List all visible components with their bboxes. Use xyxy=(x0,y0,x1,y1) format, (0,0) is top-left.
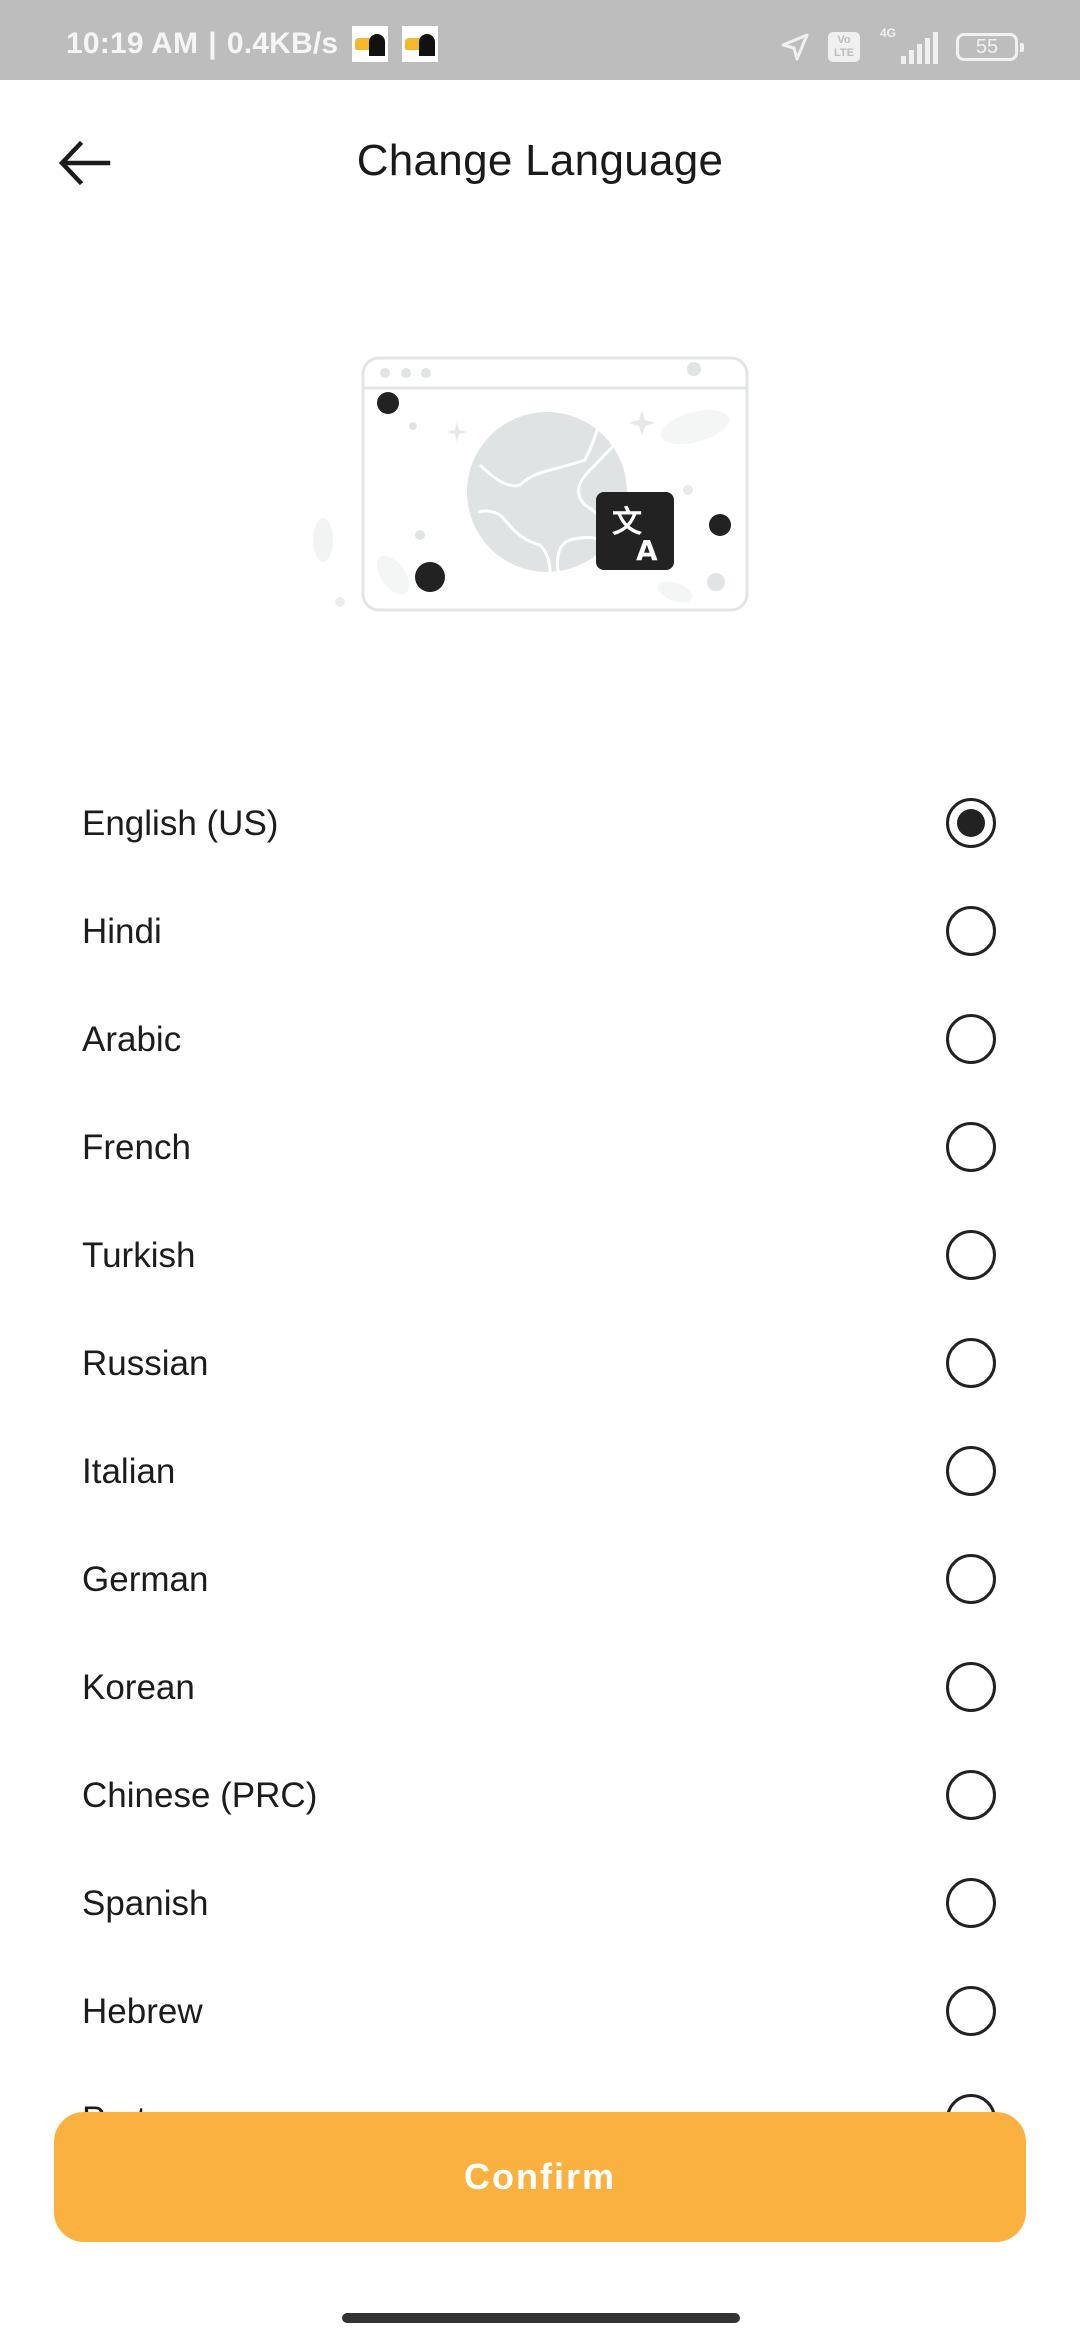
language-option-turkish[interactable]: Turkish xyxy=(0,1202,1080,1310)
language-option-arabic[interactable]: Arabic xyxy=(0,986,1080,1094)
language-option-german[interactable]: German xyxy=(0,1526,1080,1634)
language-label: Turkish xyxy=(82,1236,196,1275)
radio-button[interactable] xyxy=(946,1338,996,1388)
language-label: Chinese (PRC) xyxy=(82,1776,318,1815)
language-label: Italian xyxy=(82,1452,176,1491)
language-option-chinese-prc[interactable]: Chinese (PRC) xyxy=(0,1742,1080,1850)
radio-button[interactable] xyxy=(946,1986,996,2036)
radio-button[interactable] xyxy=(946,1770,996,1820)
radio-button-selected[interactable] xyxy=(946,798,996,848)
status-time: 10:19 AM xyxy=(66,27,199,60)
language-option-russian[interactable]: Russian xyxy=(0,1310,1080,1418)
language-option-french[interactable]: French xyxy=(0,1094,1080,1202)
status-net-speed: 0.4KB/s xyxy=(226,27,339,60)
home-indicator[interactable] xyxy=(342,2313,740,2323)
location-arrow-icon xyxy=(781,33,809,61)
translate-glyph-bottom: A xyxy=(636,534,658,567)
header: Change Language xyxy=(0,80,1080,250)
language-list: English (US) Hindi Arabic French Turkish… xyxy=(0,770,1080,2174)
confirm-button[interactable]: Confirm xyxy=(54,2112,1026,2242)
language-label: French xyxy=(82,1128,191,1167)
language-option-hebrew[interactable]: Hebrew xyxy=(0,1958,1080,2066)
radio-button[interactable] xyxy=(946,1554,996,1604)
volte-top: Vo xyxy=(837,34,851,46)
radio-button[interactable] xyxy=(946,1014,996,1064)
battery-icon: 55 xyxy=(956,33,1024,61)
language-label: Spanish xyxy=(82,1884,209,1923)
language-option-hindi[interactable]: Hindi xyxy=(0,878,1080,986)
language-label: Russian xyxy=(82,1344,209,1383)
translate-illustration: 文 A xyxy=(300,330,780,630)
volte-bottom: LTE xyxy=(834,47,854,59)
radio-button[interactable] xyxy=(946,1230,996,1280)
language-option-korean[interactable]: Korean xyxy=(0,1634,1080,1742)
signal-icon: 4G xyxy=(878,26,938,64)
battery-percent: 55 xyxy=(975,36,999,58)
radio-button[interactable] xyxy=(946,1122,996,1172)
language-label: English (US) xyxy=(82,804,279,843)
radio-button[interactable] xyxy=(946,1662,996,1712)
network-type: 4G xyxy=(880,26,897,40)
radio-button[interactable] xyxy=(946,906,996,956)
language-label: German xyxy=(82,1560,209,1599)
status-bar: 10:19 AM | 0.4KB/s Vo LTE 4G 55 xyxy=(0,0,1080,80)
language-label: Korean xyxy=(82,1668,195,1707)
language-option-italian[interactable]: Italian xyxy=(0,1418,1080,1526)
language-label: Arabic xyxy=(82,1020,182,1059)
volte-icon: Vo LTE xyxy=(828,32,860,62)
status-separator: | xyxy=(208,27,217,60)
taxi-app-icon xyxy=(352,26,389,62)
taxi-app-icon xyxy=(402,26,439,62)
radio-button[interactable] xyxy=(946,1446,996,1496)
language-label: Hindi xyxy=(82,912,162,951)
page-title: Change Language xyxy=(356,136,724,185)
illustration-graphic: 文 A xyxy=(313,356,749,612)
language-option-english-us[interactable]: English (US) xyxy=(0,770,1080,878)
language-option-spanish[interactable]: Spanish xyxy=(0,1850,1080,1958)
radio-button[interactable] xyxy=(946,1878,996,1928)
language-label: Hebrew xyxy=(82,1992,203,2031)
